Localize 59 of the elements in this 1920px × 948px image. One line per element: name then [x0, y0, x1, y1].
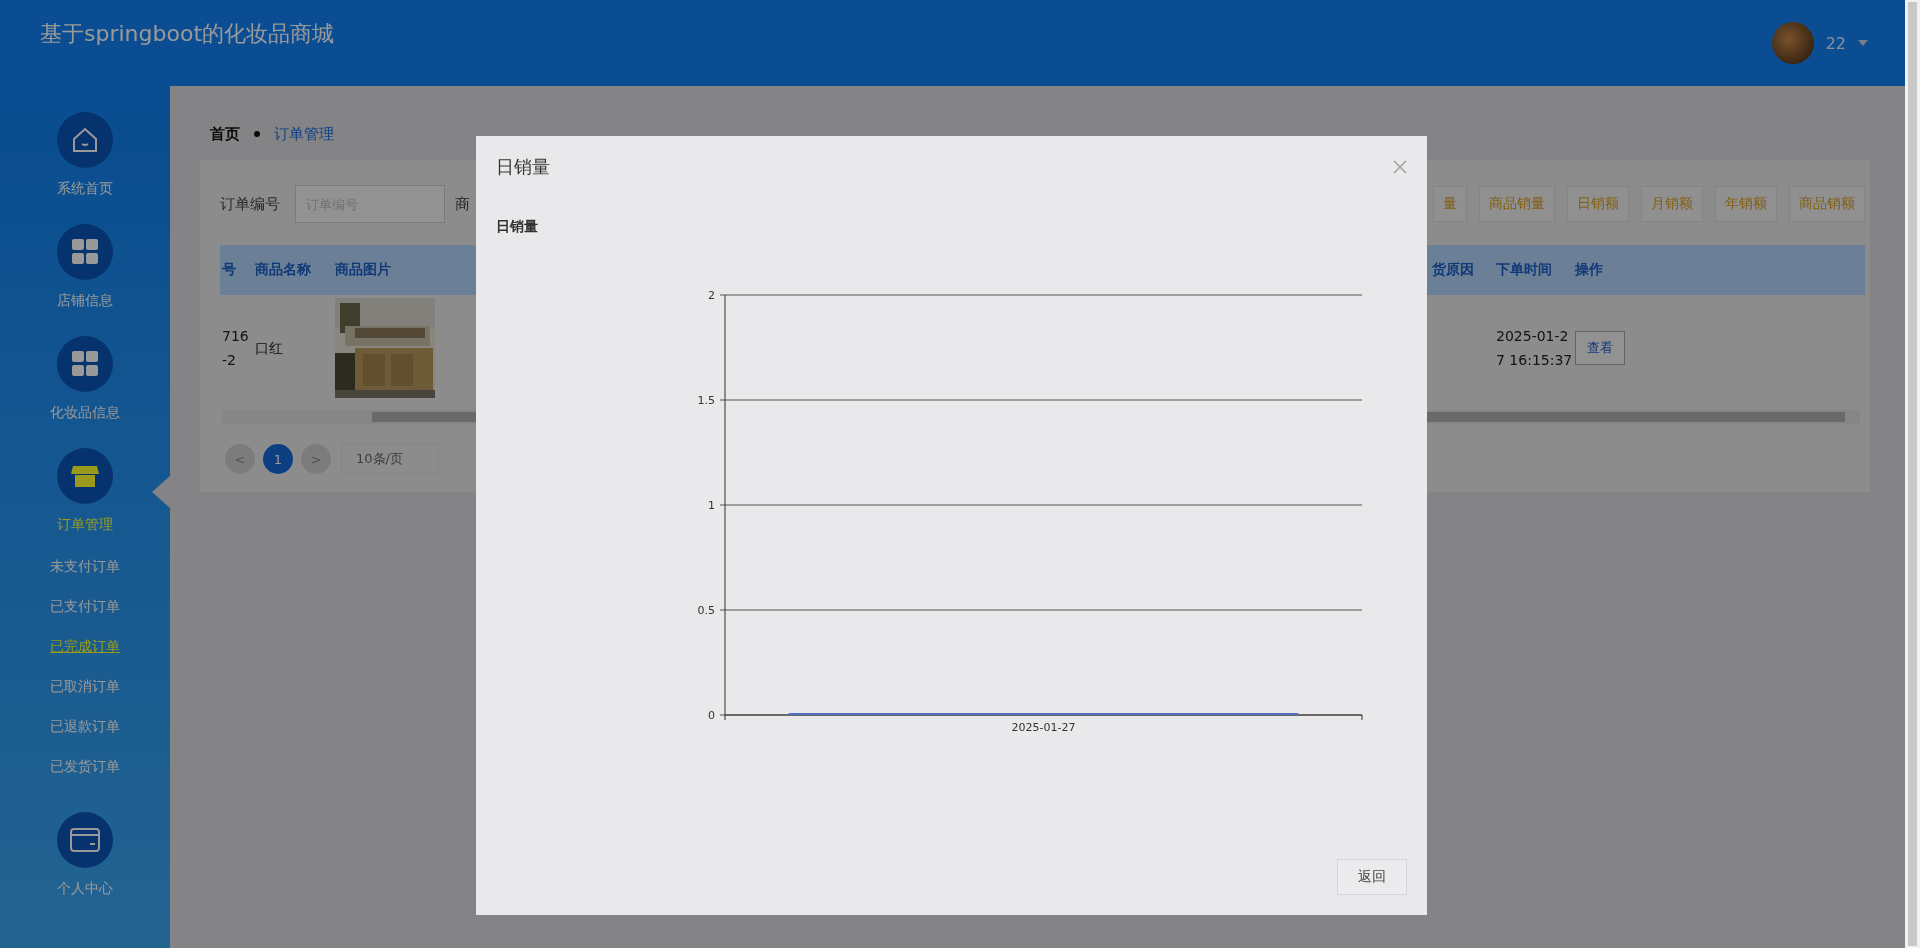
grid-icon	[71, 350, 99, 378]
page-size-select[interactable]: 10条/页	[341, 444, 439, 474]
table-cell-text: 716 -2	[222, 326, 250, 370]
menu-label[interactable]: 店铺信息	[57, 290, 113, 310]
y-tick-label: 1.5	[697, 394, 715, 407]
y-tick-label: 1	[708, 499, 715, 512]
field-label: 商	[455, 194, 470, 214]
submenu-item[interactable]: 已完成订单	[50, 626, 120, 666]
y-tick-label: 0.5	[697, 604, 715, 617]
column-header[interactable]: 号	[222, 261, 255, 279]
menu-icon-button[interactable]	[57, 224, 113, 280]
stat-button[interactable]: 月销额	[1641, 186, 1703, 222]
close-icon[interactable]	[1393, 160, 1407, 174]
breadcrumb-separator	[254, 131, 260, 137]
stat-button[interactable]: 年销额	[1715, 186, 1777, 222]
column-header[interactable]: 操作	[1575, 261, 1865, 279]
breadcrumb-link[interactable]: 订单管理	[274, 124, 334, 144]
user-name[interactable]: 22	[1825, 33, 1846, 53]
column-header[interactable]: 商品名称	[255, 261, 335, 279]
menu-label[interactable]: 系统首页	[57, 178, 113, 198]
submenu-item[interactable]: 已支付订单	[50, 586, 120, 626]
prev-page-button[interactable]: <	[225, 444, 255, 474]
field-label: 订单编号	[220, 194, 280, 214]
menu-label[interactable]: 订单管理	[57, 514, 113, 534]
menu-icon-button[interactable]	[57, 448, 113, 504]
table-cell-text: 2025-01-2 7 16:15:37	[1496, 326, 1574, 370]
table-cell-text: 口红	[255, 338, 284, 358]
back-button[interactable]: 返回	[1337, 859, 1407, 895]
stat-button[interactable]: 量	[1433, 186, 1467, 222]
x-tick-label: 2025-01-27	[1011, 721, 1076, 734]
submenu-item[interactable]: 已发货订单	[50, 746, 120, 786]
menu-icon-button[interactable]	[57, 336, 113, 392]
menu-label[interactable]: 化妆品信息	[50, 402, 120, 422]
view-button[interactable]: 查看	[1575, 330, 1625, 365]
home-icon	[70, 125, 100, 155]
stat-button[interactable]: 商品销量	[1479, 186, 1555, 222]
grid-icon	[71, 238, 99, 266]
app-title: 基于springboot的化妆品商城	[40, 20, 334, 48]
column-header[interactable]: 下单时间	[1496, 261, 1575, 279]
menu-label[interactable]: 个人中心	[57, 878, 113, 898]
dialog-title: 日销量	[496, 155, 550, 179]
submenu-item[interactable]: 已退款订单	[50, 706, 120, 746]
caret-icon[interactable]	[1858, 40, 1868, 46]
next-page-button[interactable]: >	[301, 444, 331, 474]
menu-icon-button[interactable]	[57, 112, 113, 168]
y-tick-label: 2	[708, 289, 715, 302]
chart-title: 日销量	[496, 218, 538, 236]
submenu-item[interactable]: 未支付订单	[50, 546, 120, 586]
vertical-scrollbar[interactable]	[1905, 0, 1920, 948]
stat-button[interactable]: 日销额	[1567, 186, 1629, 222]
menu-icon-button[interactable]	[57, 812, 113, 868]
page-button[interactable]: 1	[263, 444, 293, 474]
breadcrumb-link[interactable]: 首页	[210, 124, 240, 144]
stat-button[interactable]: 商品销额	[1789, 186, 1865, 222]
submenu-item[interactable]: 已取消订单	[50, 666, 120, 706]
card-icon	[69, 826, 101, 854]
column-header[interactable]: 货原因	[1432, 261, 1496, 279]
column-header[interactable]: 商品图片	[335, 261, 445, 279]
y-tick-label: 0	[708, 709, 715, 722]
